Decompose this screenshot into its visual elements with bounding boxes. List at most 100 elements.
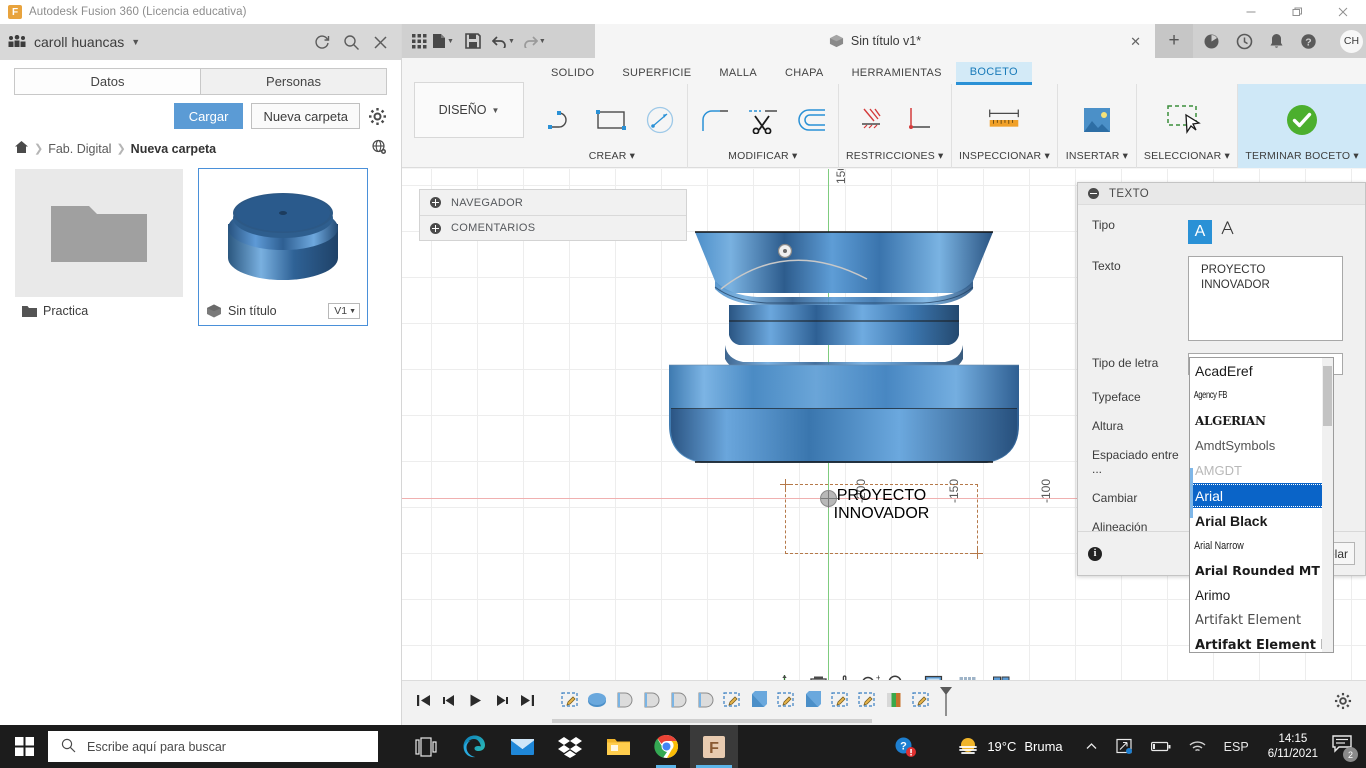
dropbox-icon[interactable] xyxy=(546,725,594,768)
trim-icon[interactable] xyxy=(743,100,783,140)
sketch-origin-point[interactable] xyxy=(820,490,838,508)
timeline-item-appearance[interactable] xyxy=(883,690,907,716)
wifi-icon[interactable] xyxy=(1180,740,1215,754)
upload-button[interactable]: Cargar xyxy=(173,103,244,129)
tab-datos[interactable]: Datos xyxy=(14,68,200,95)
play-icon[interactable] xyxy=(468,693,483,713)
refresh-icon[interactable] xyxy=(314,34,331,51)
google-chrome-icon[interactable] xyxy=(642,725,690,768)
info-icon[interactable]: i xyxy=(1088,546,1102,561)
font-option-artifakt-element[interactable]: Artifakt Element xyxy=(1190,608,1333,633)
timeline-settings-icon[interactable] xyxy=(1334,692,1352,715)
close-panel-icon[interactable] xyxy=(372,34,389,51)
ribbon-tab-malla[interactable]: MALLA xyxy=(705,63,771,83)
browser-row-comentarios[interactable]: COMENTARIOS xyxy=(420,215,686,240)
font-list-scrollbar[interactable] xyxy=(1322,358,1333,652)
font-family-dropdown-list[interactable]: AcadEref Agency FB ALGERIAN AmdtSymbols … xyxy=(1189,357,1334,653)
timeline-item-extrude[interactable] xyxy=(748,690,772,716)
task-view-icon[interactable] xyxy=(402,725,450,768)
workspace-switcher[interactable]: DISEÑO ▼ xyxy=(414,82,524,138)
ribbon-panel-terminar-boceto[interactable]: TERMINAR BOCETO ▾ xyxy=(1238,84,1366,168)
timeline-item-fillet[interactable] xyxy=(640,690,664,716)
save-icon[interactable] xyxy=(465,33,481,49)
close-icon[interactable]: ✕ xyxy=(1130,34,1141,50)
texto-input[interactable]: PROYECTO INNOVADOR xyxy=(1188,255,1343,341)
breadcrumb-item-0[interactable]: Fab. Digital xyxy=(48,142,111,156)
rectangle-icon[interactable] xyxy=(592,100,632,140)
coincident-constraint-icon[interactable] xyxy=(899,100,939,140)
timeline-item-sketch[interactable] xyxy=(910,690,934,716)
recent-icon[interactable] xyxy=(1236,33,1253,50)
fillet-icon[interactable] xyxy=(695,100,735,140)
ribbon-tab-chapa[interactable]: CHAPA xyxy=(771,63,838,83)
3d-model[interactable] xyxy=(657,219,1037,479)
timeline-item-sketch[interactable] xyxy=(775,690,799,716)
help-icon[interactable]: ? xyxy=(1300,33,1317,50)
language-indicator[interactable]: ESP xyxy=(1215,740,1258,754)
onedrive-icon[interactable] xyxy=(1107,738,1142,755)
new-tab-icon[interactable]: + xyxy=(1155,24,1193,58)
job-status-icon[interactable] xyxy=(1203,33,1220,50)
skip-to-end-icon[interactable] xyxy=(520,693,535,713)
font-option-agency-fb[interactable]: Agency FB xyxy=(1190,383,1299,408)
redo-icon[interactable]: ▼ xyxy=(523,35,546,48)
window-select-icon[interactable] xyxy=(1161,100,1213,140)
font-option-arial-narrow[interactable]: Arial Narrow xyxy=(1190,533,1309,558)
notifications-icon[interactable] xyxy=(1269,33,1284,50)
browser-row-navegador[interactable]: NAVEGADOR xyxy=(420,190,686,215)
ribbon-tab-boceto[interactable]: BOCETO xyxy=(955,61,1032,85)
user-name[interactable]: caroll huancas xyxy=(34,34,124,50)
timeline-item-fillet[interactable] xyxy=(694,690,718,716)
gear-icon[interactable] xyxy=(368,107,387,126)
avatar[interactable]: CH xyxy=(1339,28,1364,54)
file-explorer-icon[interactable] xyxy=(594,725,642,768)
font-option-amgdt[interactable]: AMGDT xyxy=(1190,458,1333,483)
timeline-item-revolve[interactable] xyxy=(586,690,610,716)
timeline-item-sketch[interactable] xyxy=(829,690,853,716)
font-option-arial-black[interactable]: Arial Black xyxy=(1190,508,1333,533)
insert-image-icon[interactable] xyxy=(1077,100,1117,140)
font-option-arimo[interactable]: Arimo xyxy=(1190,583,1333,608)
microsoft-edge-icon[interactable] xyxy=(450,725,498,768)
chevron-down-icon[interactable]: ▼ xyxy=(131,37,140,47)
globe-icon[interactable] xyxy=(371,139,387,158)
maximize-button[interactable] xyxy=(1274,0,1320,24)
offset-icon[interactable] xyxy=(791,100,831,140)
breadcrumb-item-1[interactable]: Nueva carpeta xyxy=(131,142,216,156)
search-input[interactable]: Escribe aquí para buscar xyxy=(48,731,378,762)
finish-sketch-icon[interactable] xyxy=(1282,100,1322,140)
timeline-item-sketch[interactable] xyxy=(721,690,745,716)
undo-icon[interactable]: ▼ xyxy=(491,35,515,48)
font-option-acaderef[interactable]: AcadEref xyxy=(1190,358,1333,383)
app-grid-icon[interactable] xyxy=(412,33,427,49)
step-forward-icon[interactable] xyxy=(494,693,509,713)
timeline-item-sketch[interactable] xyxy=(559,690,583,716)
file-card-folder[interactable]: Practica xyxy=(14,168,184,326)
ribbon-tab-superficie[interactable]: SUPERFICIE xyxy=(608,63,705,83)
font-option-arial-rounded-mt-bold[interactable]: Arial Rounded MT Bold xyxy=(1190,558,1333,583)
battery-icon[interactable] xyxy=(1142,740,1180,753)
timeline-item-fillet[interactable] xyxy=(613,690,637,716)
text-type-solid-button[interactable]: A xyxy=(1188,219,1212,244)
action-center-icon[interactable]: 2 xyxy=(1328,735,1366,762)
new-document-icon[interactable]: ▼ xyxy=(432,33,454,49)
fix-constraint-icon[interactable] xyxy=(851,100,891,140)
step-back-icon[interactable] xyxy=(442,693,457,713)
expand-icon[interactable] xyxy=(430,222,441,234)
measure-icon[interactable] xyxy=(984,100,1024,140)
close-button[interactable] xyxy=(1320,0,1366,24)
minimize-button[interactable] xyxy=(1228,0,1274,24)
search-icon[interactable] xyxy=(343,34,360,51)
home-icon[interactable] xyxy=(14,140,29,157)
help-alert-icon[interactable]: ? xyxy=(885,736,925,758)
weather-widget[interactable]: 19°C Bruma xyxy=(957,736,1070,758)
fusion360-icon[interactable]: F xyxy=(690,725,738,768)
windows-start-icon[interactable] xyxy=(0,725,48,768)
tab-personas[interactable]: Personas xyxy=(200,68,387,95)
document-tab[interactable]: Sin título v1* ✕ xyxy=(595,24,1155,58)
arc-icon[interactable] xyxy=(544,100,584,140)
mail-icon[interactable] xyxy=(498,725,546,768)
file-card-design[interactable]: Sin título V1 ▼ xyxy=(198,168,368,326)
timeline-item-sketch[interactable] xyxy=(856,690,880,716)
collapse-icon[interactable] xyxy=(1088,188,1099,199)
